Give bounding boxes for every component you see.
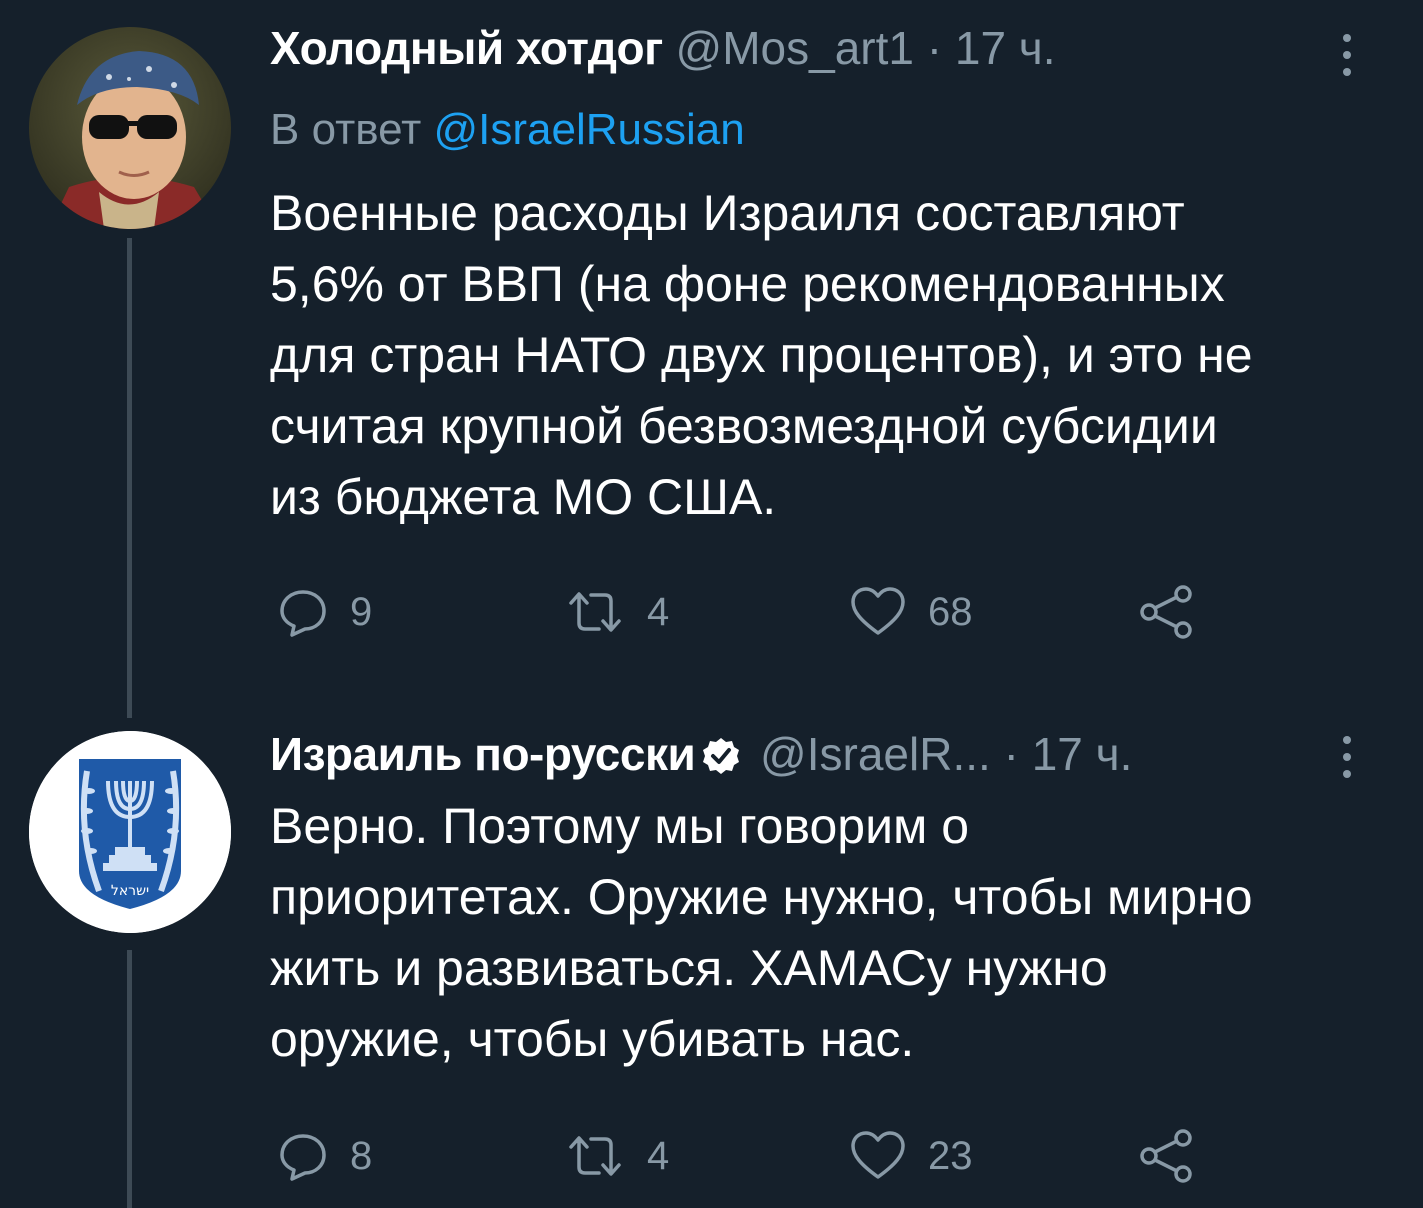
more-vertical-icon[interactable] xyxy=(1338,34,1356,85)
retweet-icon xyxy=(569,1136,621,1176)
separator-dot: · xyxy=(926,22,943,74)
share-button[interactable] xyxy=(1138,1126,1194,1186)
retweet-count: 4 xyxy=(647,1133,670,1178)
retweet-count: 4 xyxy=(647,589,670,634)
like-button[interactable]: 68 xyxy=(850,582,973,642)
emblem-text: ישראל xyxy=(111,883,149,899)
verified-badge-icon xyxy=(701,732,741,788)
avatar-mos-art1[interactable] xyxy=(29,27,231,229)
tweet-text: Верно. Поэтому мы говорим о приоритетах.… xyxy=(270,791,1400,1075)
retweet-button[interactable]: 4 xyxy=(565,1126,669,1186)
retweet-icon xyxy=(569,592,621,632)
reply-mention-link[interactable]: @IsraelRussian xyxy=(434,105,745,154)
tweet-text-line: оружие, чтобы убивать нас. xyxy=(270,1011,915,1067)
heart-icon xyxy=(851,1131,905,1179)
like-count: 23 xyxy=(928,1133,973,1178)
tweet-text-line: Верно. Поэтому мы говорим о xyxy=(270,798,970,854)
tweet-actions: 9 4 68 xyxy=(270,582,1370,642)
tweet-header: Холодный хотдог @Mos_art1 · 17 ч. xyxy=(270,20,1056,76)
separator-dot: · xyxy=(1003,728,1019,780)
author-name[interactable]: Холодный хотдог xyxy=(270,22,663,74)
thread-line xyxy=(127,238,132,718)
tweet-text-line: 5,6% от ВВП (на фоне рекомендованных xyxy=(270,256,1225,312)
like-count: 68 xyxy=(928,589,973,634)
reply-icon xyxy=(280,1134,326,1181)
tweet-time[interactable]: 17 ч. xyxy=(955,22,1056,74)
tweet-text-line: Военные расходы Израиля составляют xyxy=(270,185,1185,241)
tweet-text-line: для стран НАТО двух процентов), и это не xyxy=(270,327,1253,383)
tweet-time[interactable]: 17 ч. xyxy=(1032,728,1133,780)
retweet-button[interactable]: 4 xyxy=(565,582,669,642)
share-icon xyxy=(1140,585,1192,639)
tweet-actions: 8 4 23 xyxy=(270,1126,1370,1186)
author-handle[interactable]: @IsraelR... xyxy=(760,728,991,780)
heart-icon xyxy=(851,587,905,635)
author-handle[interactable]: @Mos_art1 xyxy=(676,22,914,74)
reply-count: 9 xyxy=(350,589,373,634)
author-name[interactable]: Израиль по-русски xyxy=(270,728,696,780)
reply-count: 8 xyxy=(350,1133,373,1178)
more-vertical-icon[interactable] xyxy=(1338,736,1356,787)
tweet-text-line: из бюджета МО США. xyxy=(270,469,777,525)
reply-icon xyxy=(280,590,326,637)
reply-context: В ответ @IsraelRussian xyxy=(270,102,745,158)
tweet-text-line: приоритетах. Оружие нужно, чтобы мирно xyxy=(270,869,1253,925)
like-button[interactable]: 23 xyxy=(850,1126,973,1186)
share-button[interactable] xyxy=(1138,582,1194,642)
tweet-text-line: жить и развиваться. ХАМАСу нужно xyxy=(270,940,1108,996)
tweet-header: Израиль по-русски @IsraelR... · 17 ч. xyxy=(270,726,1132,788)
reply-button[interactable]: 8 xyxy=(278,1126,372,1186)
reply-button[interactable]: 9 xyxy=(278,582,372,642)
tweet-text: Военные расходы Израиля составляют 5,6% … xyxy=(270,178,1400,533)
tweet-text-line: считая крупной безвозмездной субсидии xyxy=(270,398,1218,454)
avatar-israelrussian[interactable]: ישראל xyxy=(29,731,231,933)
reply-prefix: В ответ xyxy=(270,105,422,154)
thread-line xyxy=(127,950,132,1208)
share-icon xyxy=(1140,1129,1192,1183)
